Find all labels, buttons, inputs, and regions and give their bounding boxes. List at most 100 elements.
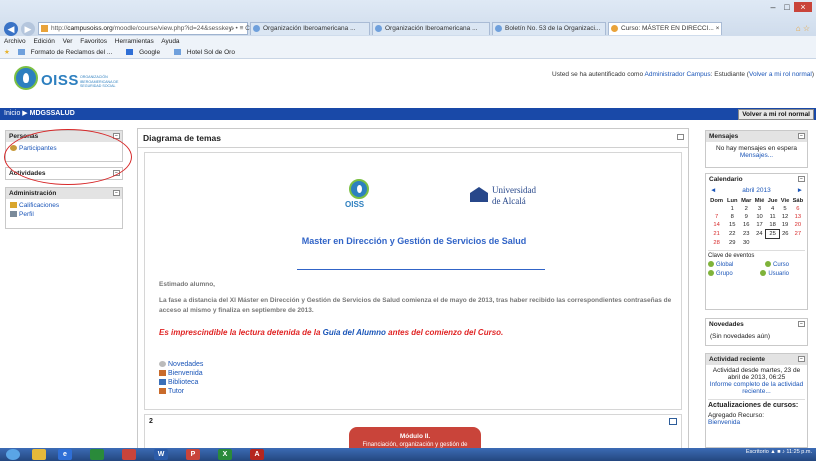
address-bar[interactable]: http://campusoiss.org/moodle/course/view… [38,22,248,35]
calendar-day[interactable]: 8 [725,213,739,221]
resource-link[interactable]: Tutor [159,388,203,395]
collapse-icon[interactable]: − [113,190,120,196]
calendar-day[interactable]: 15 [725,221,739,230]
calendar-day[interactable]: 20 [791,221,805,230]
calendar-day[interactable]: 28 [708,239,725,247]
login-user-link[interactable]: Administrador Campus [645,71,711,78]
calendar-day[interactable]: 5 [779,205,790,213]
calendar-day[interactable]: 17 [753,221,766,230]
messages-link[interactable]: Mensajes... [710,152,803,159]
calendar-day[interactable]: 18 [766,221,779,230]
maximize-icon[interactable]: □ [780,2,794,12]
browser-tab[interactable]: Organización Iberoamericana ... [372,22,490,35]
calendar-day[interactable]: 23 [739,230,753,239]
minimize-icon[interactable]: – [766,2,780,12]
desktop-label[interactable]: Escritorio [746,449,769,455]
menu-item[interactable]: Archivo [4,38,26,45]
menu-item[interactable]: Ayuda [161,38,179,45]
calendar-day[interactable]: 14 [708,221,725,230]
prev-month-icon[interactable]: ◄ [710,187,716,194]
calendar-day[interactable]: 12 [779,213,790,221]
login-prefix: Usted se ha autentificado como [552,71,645,78]
resource-link[interactable]: Biblioteca [159,379,203,386]
full-activity-link[interactable]: Informe completo de la actividad recient… [708,381,805,395]
forward-button[interactable]: ▶ [21,22,35,36]
calendar-day[interactable]: 2 [739,205,753,213]
calendar-day[interactable]: 7 [708,213,725,221]
calendar-day[interactable]: 24 [753,230,766,239]
calendar-day[interactable]: 21 [708,230,725,239]
explorer-icon[interactable] [32,449,46,460]
address-controls[interactable]: ρ • ≡ C [230,22,250,35]
calendar-day[interactable]: 29 [725,239,739,247]
resource-link[interactable]: Bienvenida [159,370,203,377]
legend-curso[interactable]: Curso [764,260,789,268]
menu-item[interactable]: Herramientas [115,38,154,45]
guide-link[interactable]: Guía del Alumno [323,328,386,337]
calendar-day[interactable]: 6 [791,205,805,213]
word-icon[interactable]: W [154,449,168,460]
calendar-day[interactable]: 13 [791,213,805,221]
home-star-icons[interactable]: ⌂ ☆ [796,24,810,33]
section-toggle-icon[interactable] [669,418,677,425]
grades-link[interactable]: Calificaciones [10,202,118,209]
calendar-day[interactable]: 9 [739,213,753,221]
next-month-icon[interactable]: ► [797,187,803,194]
close-icon[interactable]: × [794,2,812,12]
menu-item[interactable]: Edición [34,38,55,45]
menu-item[interactable]: Ver [63,38,73,45]
calendar-month[interactable]: abril 2013 [742,187,771,194]
collapse-icon[interactable] [677,134,684,140]
collapse-icon[interactable]: − [798,133,805,139]
calendar-day-today[interactable]: 25 [765,229,780,239]
address-host: campusoiss.org [67,25,113,32]
calendar-day[interactable]: 19 [779,221,790,230]
calendar-day[interactable]: 26 [779,230,790,239]
excel-icon[interactable]: X [218,449,232,460]
browser-tab-active[interactable]: Curso: MÁSTER EN DIRECCI... × [608,22,722,35]
favorite-link[interactable]: Formato de Reclamos del ... [17,49,119,56]
back-button[interactable]: ◀ [4,22,18,36]
address-prefix: http:// [51,25,68,32]
collapse-icon[interactable]: − [798,321,805,327]
calendar-day[interactable]: 16 [739,221,753,230]
acrobat-icon[interactable]: A [250,449,264,460]
favorite-link[interactable]: Hotel Sol de Oro [173,49,241,56]
return-role-button[interactable]: Volver a mi rol normal [738,109,814,120]
favorites-star-icon[interactable]: ★ [4,49,10,56]
legend-global[interactable]: Global [708,260,733,268]
collapse-icon[interactable]: − [798,356,805,362]
ie-icon[interactable]: e [58,449,72,460]
calendar-day [779,239,790,247]
calendar-day[interactable]: 30 [739,239,753,247]
calendar-day[interactable]: 22 [725,230,739,239]
login-info: Usted se ha autentificado como Administr… [552,71,814,78]
legend-usuario[interactable]: Usuario [760,269,789,277]
calendar-day[interactable]: 10 [753,213,766,221]
calendar-day[interactable]: 11 [766,213,779,221]
resource-link[interactable]: Novedades [159,361,203,368]
calendar-day[interactable]: 3 [753,205,766,213]
clock[interactable]: 11:25 p.m. [786,449,812,455]
chrome-icon[interactable] [122,449,136,460]
start-icon[interactable] [6,449,20,460]
logo-text: OISS [41,72,79,89]
powerpoint-icon[interactable]: P [186,449,200,460]
breadcrumb-home[interactable]: Inicio [4,110,20,117]
calendar-day[interactable] [708,205,725,213]
media-icon[interactable] [90,449,104,460]
return-role-link[interactable]: Volver a mi rol normal [749,71,812,78]
menu-item[interactable]: Favoritos [80,38,107,45]
tab-close-icon[interactable]: × [716,25,720,32]
calendar-day[interactable]: 27 [791,230,805,239]
favorite-link[interactable]: Google [126,49,166,56]
browser-tab[interactable]: Organización Iberoamericana ... [250,22,370,35]
updates-link[interactable]: Bienvenida [708,419,805,426]
collapse-icon[interactable]: − [798,176,805,182]
logo-subtitle: ORGANIZACIÓN IBEROAMERICANA DE SEGURIDAD… [80,75,119,88]
browser-tab[interactable]: Boletín No. 53 de la Organizaci... [492,22,606,35]
profile-link[interactable]: Perfil [10,211,118,218]
calendar-day[interactable]: 1 [725,205,739,213]
legend-grupo[interactable]: Grupo [708,269,733,277]
calendar-day[interactable]: 4 [766,205,779,213]
